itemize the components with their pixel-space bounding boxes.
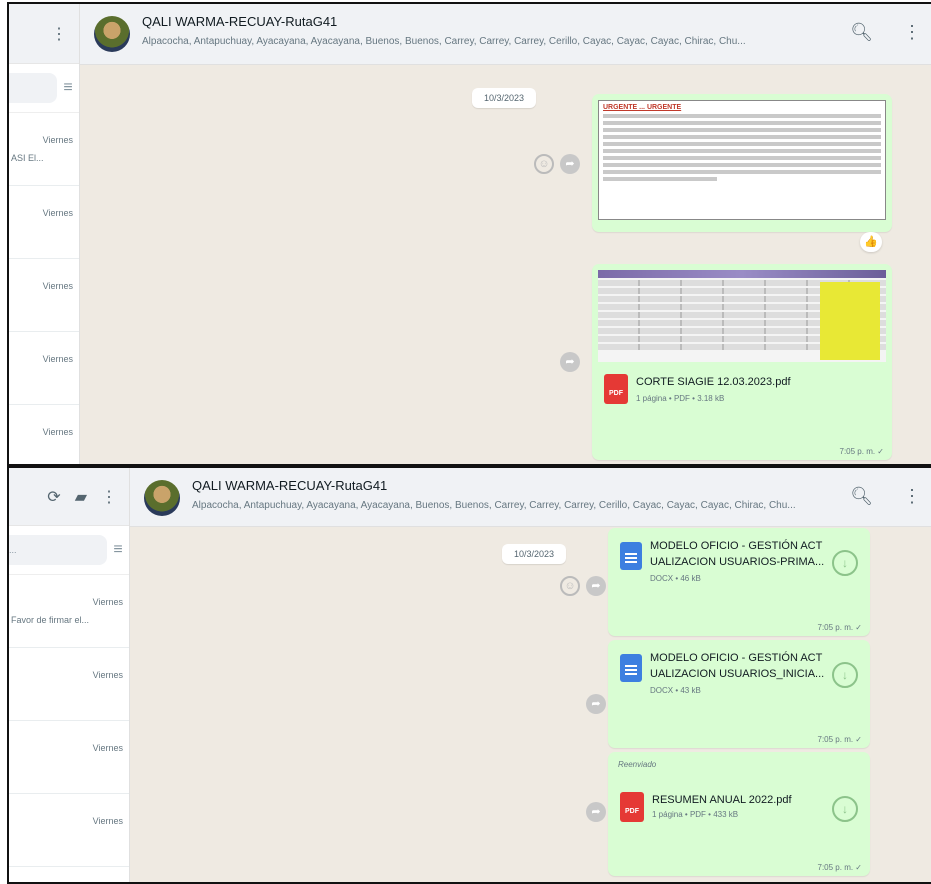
sidebar-header: ⋮ [9, 4, 79, 64]
chat-preview: Favor de firmar el... [11, 615, 90, 625]
pdf-message[interactable]: Reenviado PDF RESUMEN ANUAL 2022.pdf 1 p… [608, 752, 870, 876]
group-members: Alpacocha, Antapuchuay, Ayacayana, Ayaca… [192, 500, 796, 511]
react-icon[interactable]: ☺ [560, 576, 580, 596]
file-name-line1: MODELO OFICIO - GESTIÓN ACT [650, 652, 823, 664]
chat-preview: ASI El... [11, 153, 44, 163]
chat-list-item[interactable]: Viernes [9, 259, 79, 332]
screenshot-panel-top: ⋮ ≡ Viernes ASI El... Viernes Viernes Vi… [7, 2, 931, 466]
image-heading: URGENTE ... URGENTE [603, 104, 682, 111]
file-meta: DOCX • 43 kB [650, 686, 701, 695]
forward-icon[interactable]: ➦ [586, 802, 606, 822]
conversation-pane: QALI WARMA-RECUAY-RutaG41 Alpacocha, Ant… [80, 4, 931, 464]
sidebar-search-row: ≡ [9, 64, 79, 113]
kebab-menu-icon[interactable]: ⋮ [903, 486, 921, 507]
pdf-file-icon: PDF [620, 792, 644, 822]
kebab-menu-icon[interactable]: ⋮ [101, 487, 117, 507]
chat-day-label: Viernes [92, 670, 123, 680]
chat-list-item[interactable]: Viernes [9, 186, 79, 259]
search-input[interactable]: ... [9, 535, 107, 565]
chat-list-item[interactable]: Viernes [9, 648, 129, 721]
reaction-badge[interactable]: 👍 [860, 232, 882, 252]
docx-file-icon [620, 542, 642, 570]
date-chip: 10/3/2023 [502, 544, 567, 564]
kebab-menu-icon[interactable]: ⋮ [903, 22, 921, 43]
file-message[interactable]: PDF CORTE SIAGIE 12.03.2023.pdf 1 página… [592, 264, 892, 460]
conversation-pane: QALI WARMA-RECUAY-RutaG41 Alpacocha, Ant… [130, 468, 931, 882]
chat-day-label: Viernes [42, 427, 73, 437]
search-icon[interactable]: 🔍︎ [850, 486, 873, 507]
group-title: QALI WARMA-RECUAY-RutaG41 [192, 478, 388, 493]
docx-file-icon [620, 654, 642, 682]
chat-list-item[interactable]: Viernes [9, 794, 129, 867]
sidebar-header: ⟳ ▰ ⋮ [9, 468, 129, 526]
chat-list-item[interactable]: Viernes Favor de firmar el... [9, 575, 129, 648]
filter-icon[interactable]: ≡ [107, 541, 129, 559]
communities-icon[interactable]: ⟳ [47, 487, 60, 507]
file-name-line2: UALIZACION USUARIOS-PRIMA... [650, 556, 825, 568]
document-image[interactable]: URGENTE ... URGENTE [598, 100, 886, 220]
file-meta: 1 página • PDF • 3.18 kB [636, 394, 725, 403]
chat-list-item[interactable]: Viernes ASI El... [9, 113, 79, 186]
react-icon[interactable]: ☺ [534, 154, 554, 174]
download-icon[interactable]: ↓ [832, 796, 858, 822]
forward-icon[interactable]: ➦ [560, 352, 580, 372]
pdf-preview[interactable] [598, 270, 886, 362]
pdf-file-icon: PDF [604, 374, 628, 404]
message-time: 7:05 p. m. ✓ [839, 447, 885, 456]
chat-list-sidebar: ⋮ ≡ Viernes ASI El... Viernes Viernes Vi… [9, 4, 80, 464]
kebab-menu-icon[interactable]: ⋮ [51, 24, 67, 44]
message-time: 7:05 p. m. ✓ [817, 623, 863, 632]
chat-list-item[interactable]: Viernes [9, 721, 129, 794]
search-placeholder: ... [9, 545, 17, 555]
chat-day-label: Viernes [42, 354, 73, 364]
group-title: QALI WARMA-RECUAY-RutaG41 [142, 14, 338, 29]
conversation-header[interactable]: QALI WARMA-RECUAY-RutaG41 Alpacocha, Ant… [130, 468, 931, 527]
file-name-line1: MODELO OFICIO - GESTIÓN ACT [650, 540, 823, 552]
screenshot-panel-bottom: ⟳ ▰ ⋮ ... ≡ Viernes Favor de firmar el..… [7, 466, 931, 884]
file-name: RESUMEN ANUAL 2022.pdf [652, 794, 792, 806]
group-members: Alpacocha, Antapuchuay, Ayacayana, Ayaca… [142, 36, 746, 47]
chat-day-label: Viernes [92, 816, 123, 826]
chat-list-sidebar: ⟳ ▰ ⋮ ... ≡ Viernes Favor de firmar el..… [9, 468, 130, 882]
file-name: CORTE SIAGIE 12.03.2023.pdf [636, 376, 791, 388]
forward-icon[interactable]: ➦ [560, 154, 580, 174]
download-icon[interactable]: ↓ [832, 662, 858, 688]
message-time: 7:05 p. m. ✓ [817, 735, 863, 744]
chat-list-item[interactable]: Viernes [9, 405, 79, 464]
date-chip: 10/3/2023 [472, 88, 537, 108]
document-message[interactable]: MODELO OFICIO - GESTIÓN ACT UALIZACION U… [608, 640, 870, 748]
chat-day-label: Viernes [42, 208, 73, 218]
download-icon[interactable]: ↓ [832, 550, 858, 576]
search-input[interactable] [9, 73, 57, 103]
image-message[interactable]: URGENTE ... URGENTE [592, 94, 892, 232]
chat-day-label: Viernes [92, 743, 123, 753]
file-meta: 1 página • PDF • 433 kB [652, 810, 739, 819]
forwarded-label: Reenviado [618, 760, 657, 769]
conversation-header[interactable]: QALI WARMA-RECUAY-RutaG41 Alpacocha, Ant… [80, 4, 931, 65]
document-message[interactable]: MODELO OFICIO - GESTIÓN ACT UALIZACION U… [608, 528, 870, 636]
group-avatar[interactable] [94, 16, 130, 52]
chat-day-label: Viernes [42, 135, 73, 145]
forward-icon[interactable]: ➦ [586, 694, 606, 714]
forward-icon[interactable]: ➦ [586, 576, 606, 596]
group-avatar[interactable] [144, 480, 180, 516]
file-name-line2: UALIZACION USUARIOS_INICIA... [650, 668, 825, 680]
chat-list-item[interactable]: Viernes [9, 332, 79, 405]
file-meta: DOCX • 46 kB [650, 574, 701, 583]
new-chat-icon[interactable]: ▰ [75, 487, 87, 507]
sidebar-search-row: ... ≡ [9, 526, 129, 575]
message-time: 7:05 p. m. ✓ [817, 863, 863, 872]
chat-day-label: Viernes [92, 597, 123, 607]
search-icon[interactable]: 🔍︎ [850, 22, 873, 43]
chat-day-label: Viernes [42, 281, 73, 291]
filter-icon[interactable]: ≡ [57, 79, 79, 97]
